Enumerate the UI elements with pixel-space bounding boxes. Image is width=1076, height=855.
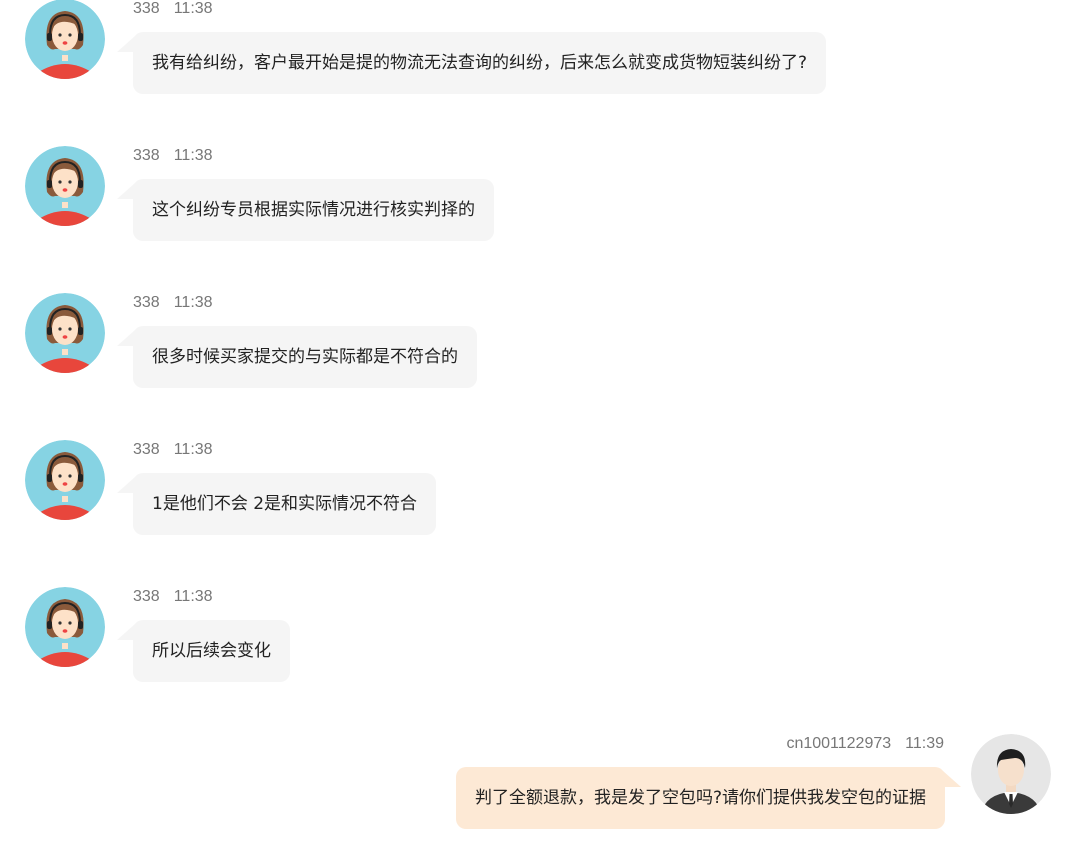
sender-name: 338 <box>133 0 160 17</box>
message-text: 这个纠纷专员根据实际情况进行核实判择的 <box>152 200 475 220</box>
sender-name: 338 <box>133 588 160 605</box>
message-bubble[interactable]: 我有给纠纷，客户最开始是提的物流无法查询的纠纷，后来怎么就变成货物短装纠纷了? <box>117 32 827 94</box>
sender-name: 338 <box>133 294 160 311</box>
message-time: 11:38 <box>173 441 213 458</box>
message-time: 11:38 <box>173 147 213 164</box>
agent-avatar-icon[interactable] <box>25 293 105 373</box>
agent-avatar-icon[interactable] <box>25 587 105 667</box>
message-time: 11:39 <box>905 735 944 752</box>
message-bubble[interactable]: 这个纠纷专员根据实际情况进行核实判择的 <box>117 179 494 241</box>
agent-avatar-icon[interactable] <box>25 0 105 79</box>
message-bubble[interactable]: 1是他们不会 2是和实际情况不符合 <box>117 473 437 535</box>
message-bubble[interactable]: 所以后续会变化 <box>117 620 290 682</box>
chat-message-list: 338 11:38 我有给纠纷，客户最开始是提的物流无法查询的纠纷，后来怎么就变成… <box>0 0 1076 855</box>
message-meta: 338 11:38 <box>133 147 213 165</box>
message-meta: cn1001122973 11:39 <box>786 735 944 753</box>
message-time: 11:38 <box>173 588 213 605</box>
sender-name: 338 <box>133 147 160 164</box>
message-meta: 338 11:38 <box>133 588 213 606</box>
message-time: 11:38 <box>173 0 213 17</box>
message-text: 1是他们不会 2是和实际情况不符合 <box>152 494 418 514</box>
message-bubble[interactable]: 判了全额退款，我是发了空包吗?请你们提供我发空包的证据 <box>455 767 961 829</box>
message-time: 11:38 <box>173 294 213 311</box>
message-meta: 338 11:38 <box>133 294 213 312</box>
sender-name: 338 <box>133 441 160 458</box>
message-text: 我有给纠纷，客户最开始是提的物流无法查询的纠纷，后来怎么就变成货物短装纠纷了? <box>152 53 808 73</box>
message-text: 很多时候买家提交的与实际都是不符合的 <box>152 347 458 367</box>
message-bubble[interactable]: 很多时候买家提交的与实际都是不符合的 <box>117 326 477 388</box>
message-text: 判了全额退款，我是发了空包吗?请你们提供我发空包的证据 <box>474 788 926 808</box>
sender-name: cn1001122973 <box>786 735 892 752</box>
agent-avatar-icon[interactable] <box>25 440 105 520</box>
message-meta: 338 11:38 <box>133 441 213 459</box>
message-meta: 338 11:38 <box>133 0 213 18</box>
message-text: 所以后续会变化 <box>152 641 271 661</box>
agent-avatar-icon[interactable] <box>25 146 105 226</box>
user-avatar-icon[interactable] <box>971 734 1051 814</box>
